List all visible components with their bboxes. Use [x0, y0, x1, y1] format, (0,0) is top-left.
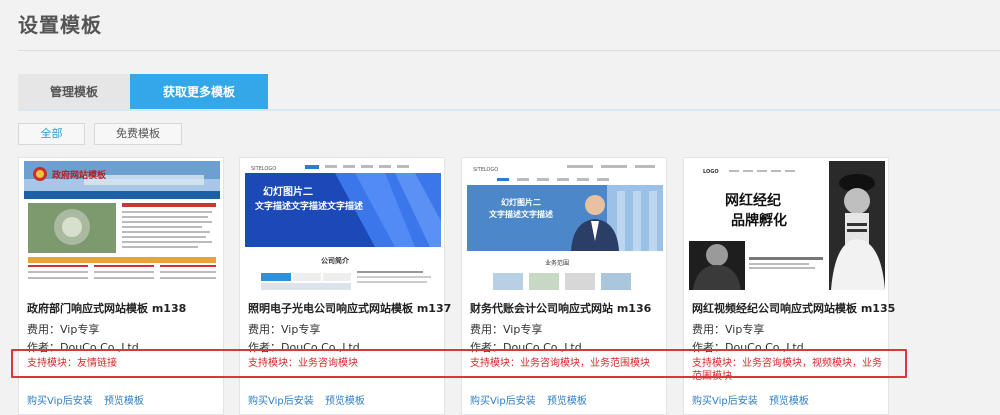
template-modules: 支持模块：友情链接: [27, 358, 117, 369]
thumbnail-section-title: 公司简介: [321, 256, 350, 265]
template-fee: 费用：Vip专享: [27, 323, 100, 336]
preview-template-link[interactable]: 预览模板: [325, 396, 365, 407]
template-author: 作者：DouCo Co.,Ltd: [692, 341, 804, 354]
template-modules: 支持模块：业务咨询模块，视频模块，业务范围模块: [692, 358, 882, 382]
thumbnail-slide-title: 幻灯图片二: [263, 185, 313, 198]
template-name: 政府部门响应式网站模板 m138: [27, 302, 187, 315]
template-name: 财务代账会计公司响应式网站 m136: [470, 302, 652, 315]
template-card-m135: LOGO 网红经纪 品牌孵化 网红视频经纪公司响应式网站模板 m135 费用：V…: [683, 157, 895, 415]
template-name: 照明电子光电公司响应式网站模板 m137: [248, 302, 452, 315]
template-fee: 费用：Vip专享: [248, 323, 321, 336]
thumbnail-logo-text: SITELOGO: [473, 167, 498, 173]
template-name: 网红视频经纪公司响应式网站模板 m135: [692, 302, 896, 315]
thumbnail-slide-caption: 文字描述文字描述文字描述: [254, 200, 363, 212]
filter-bar: 全部 免费模板: [18, 123, 182, 145]
template-author: 作者：DouCo Co.,Ltd: [27, 341, 139, 354]
template-author: 作者：DouCo Co.,Ltd: [470, 341, 582, 354]
thumbnail-section-title: 业务范围: [545, 259, 569, 267]
template-fee: 费用：Vip专享: [470, 323, 543, 336]
tab-manage-templates[interactable]: 管理模板: [18, 74, 130, 110]
buy-vip-link[interactable]: 购买Vip后安装: [248, 396, 314, 407]
preview-template-link[interactable]: 预览模板: [769, 396, 809, 407]
page-title: 设置模板: [18, 13, 102, 37]
template-modules: 支持模块：业务咨询模块，业务范围模块: [470, 358, 650, 369]
buy-vip-link[interactable]: 购买Vip后安装: [692, 396, 758, 407]
template-actions: 购买Vip后安装 预览模板: [27, 392, 152, 407]
thumbnail-slide-title: 幻灯图片二: [501, 197, 541, 207]
template-author: 作者：DouCo Co.,Ltd: [248, 341, 360, 354]
buy-vip-link[interactable]: 购买Vip后安装: [27, 396, 93, 407]
filter-all-button[interactable]: 全部: [18, 123, 85, 145]
thumbnail-slide-caption: 品牌孵化: [731, 212, 787, 229]
preview-template-link[interactable]: 预览模板: [547, 396, 587, 407]
template-modules: 支持模块：业务咨询模块: [248, 358, 358, 369]
template-actions: 购买Vip后安装 预览模板: [692, 392, 817, 407]
template-thumbnail[interactable]: SITELOGO 幻灯图片二 文字描述文字描述文字描述 公司简介: [245, 161, 441, 290]
template-thumbnail[interactable]: LOGO 网红经纪 品牌孵化: [689, 161, 885, 290]
buy-vip-link[interactable]: 购买Vip后安装: [470, 396, 536, 407]
preview-template-link[interactable]: 预览模板: [104, 396, 144, 407]
filter-free-button[interactable]: 免费模板: [94, 123, 182, 145]
template-card-m137: SITELOGO 幻灯图片二 文字描述文字描述文字描述 公司简介 照明电子光电公…: [239, 157, 451, 415]
thumbnail-logo-text: LOGO: [703, 169, 719, 175]
template-fee: 费用：Vip专享: [692, 323, 765, 336]
template-actions: 购买Vip后安装 预览模板: [248, 392, 373, 407]
template-tabs: 管理模板 获取更多模板: [18, 74, 268, 110]
title-divider: [18, 50, 1000, 51]
thumbnail-slide-title: 网红经纪: [725, 192, 781, 209]
template-card-m136: SITELOGO 幻灯图片二 文字描述文字描述 业务范围 财务代账会计公司响应式…: [461, 157, 667, 415]
tab-get-more-templates[interactable]: 获取更多模板: [130, 74, 268, 110]
template-thumbnail[interactable]: SITELOGO 幻灯图片二 文字描述文字描述 业务范围: [467, 161, 663, 290]
thumbnail-logo-text: SITELOGO: [251, 166, 276, 172]
thumbnail-banner-text: 政府网站模板: [52, 169, 107, 181]
template-actions: 购买Vip后安装 预览模板: [470, 392, 595, 407]
template-thumbnail[interactable]: 政府网站模板: [24, 161, 220, 290]
thumbnail-slide-caption: 文字描述文字描述: [489, 209, 553, 219]
template-card-m138: 政府网站模板 政府部门响应式网站模板 m138 费用：Vip专享 作者：DouC…: [18, 157, 224, 415]
tab-divider: [18, 109, 1000, 111]
